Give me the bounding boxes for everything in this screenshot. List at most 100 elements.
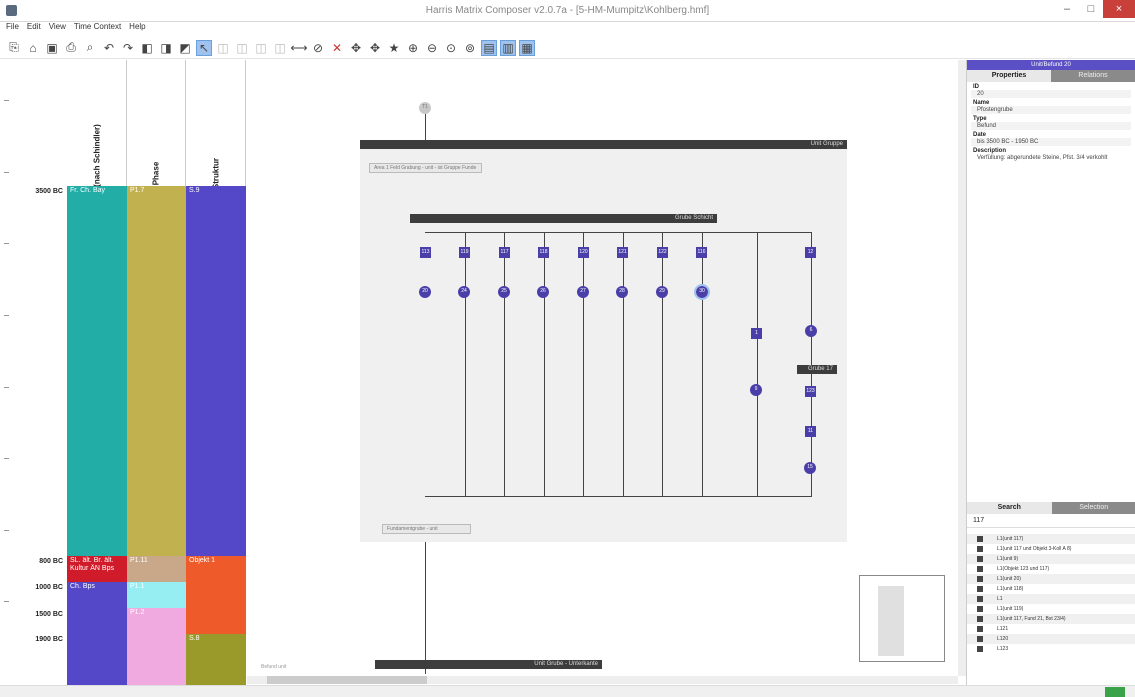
menu-view[interactable]: View (49, 22, 66, 35)
tab-selection[interactable]: Selection (1051, 502, 1135, 514)
new-icon[interactable]: ⎘ (6, 40, 22, 56)
view-one-icon[interactable]: ◧ (139, 40, 155, 56)
zoom-fit-icon[interactable]: ⊙ (443, 40, 459, 56)
search-result[interactable]: L1(unit 119) (967, 604, 1135, 614)
stub-top[interactable]: Area 1 Feld Grabung - unit - ist Gruppe … (369, 163, 482, 173)
menu-edit[interactable]: Edit (27, 22, 41, 35)
unit-node[interactable]: 123 (805, 386, 816, 397)
unit-node[interactable]: 122 (657, 247, 668, 258)
column-header-phase[interactable]: Phase (127, 60, 186, 186)
layout-a-icon[interactable]: ▤ (481, 39, 497, 56)
redo-icon[interactable]: ↷ (120, 40, 136, 56)
search-result[interactable]: L1(unit 118) (967, 584, 1135, 594)
zoom-out-icon[interactable]: ⊖ (424, 40, 440, 56)
open-icon[interactable]: ⌂ (25, 40, 41, 56)
search-result[interactable]: L1(unit 117) (967, 534, 1135, 544)
float-bar[interactable]: Grube 17 (797, 365, 837, 374)
group-bar-inner[interactable]: Grube Schicht (410, 214, 717, 223)
delete-icon[interactable]: ✕ (329, 40, 345, 56)
unit-node[interactable]: 117 (499, 247, 510, 258)
unit-node[interactable]: 6 (805, 325, 817, 337)
type-select[interactable]: Befund (971, 122, 1131, 130)
disabled-b-icon[interactable]: ◫ (234, 40, 250, 56)
disabled-a-icon[interactable]: ◫ (215, 40, 231, 56)
unit-node[interactable]: 1 (751, 328, 762, 339)
minimap[interactable] (859, 575, 945, 662)
unit-node[interactable]: 120 (578, 247, 589, 258)
disabled-c-icon[interactable]: ◫ (253, 40, 269, 56)
unit-node[interactable]: 11 (805, 426, 816, 437)
menu-help[interactable]: Help (129, 22, 145, 35)
disabled-d-icon[interactable]: ◫ (272, 40, 288, 56)
name-field[interactable]: Pfostengrube (971, 106, 1131, 114)
unit-node[interactable]: 27 (577, 286, 589, 298)
top-node[interactable]: T1 (419, 102, 431, 114)
horizontal-scrollbar[interactable] (247, 676, 958, 684)
select-tool-icon[interactable]: ↖ (196, 39, 212, 56)
tab-search[interactable]: Search (967, 502, 1052, 514)
unit-node[interactable]: 26 (537, 286, 549, 298)
scroll-thumb[interactable] (267, 676, 427, 684)
close-button[interactable]: × (1103, 0, 1135, 18)
unit-node[interactable]: 118 (538, 247, 549, 258)
vertical-scrollbar[interactable] (958, 60, 966, 676)
column-header-epochen[interactable]: Epochen (nach Schindler) (67, 60, 127, 223)
unit-node[interactable]: 28 (616, 286, 628, 298)
epoch-cell[interactable]: SL. ält. Br. ält. Kultur ÄN Bps (67, 556, 127, 582)
search-result[interactable]: L1(unit 117, Fund 21, Bst 23/4) (967, 614, 1135, 624)
matrix-canvas[interactable]: T1 Unit Gruppe Area 1 Feld Grabung - uni… (247, 60, 958, 685)
save-icon[interactable]: ▣ (44, 40, 60, 56)
minimap-view[interactable] (878, 586, 904, 656)
stub-bottom[interactable]: Fundamentgrube - unit (382, 524, 471, 534)
search-result[interactable]: L121 (967, 624, 1135, 634)
unit-node[interactable]: 20 (419, 286, 431, 298)
minimize-button[interactable]: – (1055, 0, 1079, 18)
unit-node[interactable]: 113 (420, 247, 431, 258)
menu-time-context[interactable]: Time Context (74, 22, 121, 35)
menu-file[interactable]: File (6, 22, 19, 35)
undo-icon[interactable]: ↶ (101, 40, 117, 56)
search-result[interactable]: L120 (967, 634, 1135, 644)
group-bar-outer[interactable]: Unit Gruppe (360, 140, 847, 149)
unit-node[interactable]: 116 (696, 247, 707, 258)
layout-c-icon[interactable]: ▦ (519, 39, 535, 56)
struktur-cell[interactable]: S.9 (186, 186, 246, 556)
maximize-button[interactable]: □ (1079, 0, 1103, 18)
phase-cell[interactable]: P1.7 (127, 186, 186, 556)
link-icon[interactable]: ⊘ (310, 40, 326, 56)
phase-cell[interactable]: P1.11 (127, 556, 186, 582)
tab-properties[interactable]: Properties (967, 70, 1051, 82)
unit-node[interactable]: 25 (498, 286, 510, 298)
move-group-icon[interactable]: ✥ (367, 40, 383, 56)
tab-relations[interactable]: Relations (1051, 70, 1135, 82)
struktur-cell[interactable]: S.8 (186, 634, 246, 685)
phase-cell[interactable]: P1.1 (127, 582, 186, 608)
zoom-in-icon[interactable]: ⊕ (405, 40, 421, 56)
search-result[interactable]: L1(Objekt 123 und 117) (967, 564, 1135, 574)
bottom-bar[interactable]: Unit Grube - Unterkante (375, 660, 602, 669)
search-result[interactable]: L123 (967, 644, 1135, 654)
epoch-cell[interactable]: Ch. Bps (67, 582, 127, 685)
selected-unit-node[interactable]: 30 (694, 284, 710, 300)
layout-b-icon[interactable]: ▥ (500, 39, 516, 56)
view-two-icon[interactable]: ◨ (158, 40, 174, 56)
unit-node[interactable]: 119 (459, 247, 470, 258)
unit-node[interactable]: 29 (656, 286, 668, 298)
connect-icon[interactable]: ⟷ (290, 40, 307, 56)
struktur-cell[interactable]: Objekt 1 (186, 556, 246, 634)
search-result[interactable]: L1(unit 20) (967, 574, 1135, 584)
group-panel-outer[interactable] (360, 140, 847, 542)
unit-node[interactable]: 9 (750, 384, 762, 396)
view-three-icon[interactable]: ◩ (177, 40, 193, 56)
search-result[interactable]: L1(unit 117 und Objekt 3-Koll A 8) (967, 544, 1135, 554)
print-icon[interactable]: ⎙ (63, 40, 79, 56)
description-field[interactable]: Verfüllung: abgerundete Steine, Pfst. 3/… (971, 154, 1131, 162)
star-icon[interactable]: ★ (386, 40, 402, 56)
search-result[interactable]: L1(unit 9) (967, 554, 1135, 564)
epoch-cell[interactable]: Fr. Ch. Bay (67, 186, 127, 556)
unit-node[interactable]: 12 (805, 247, 816, 258)
date-field[interactable]: bis 3500 BC - 1950 BC (971, 138, 1131, 146)
search-result[interactable]: L1 (967, 594, 1135, 604)
zoom-reset-icon[interactable]: ⊚ (462, 40, 478, 56)
id-field[interactable]: 20 (971, 90, 1131, 98)
